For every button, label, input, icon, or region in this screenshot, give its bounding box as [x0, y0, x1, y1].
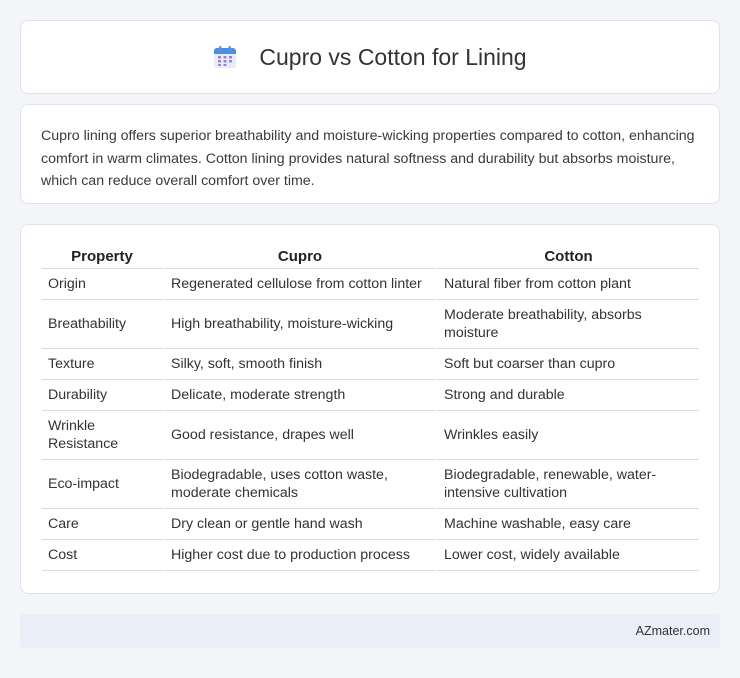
table-row: Texture Silky, soft, smooth finish Soft …	[42, 349, 699, 380]
intro-card: Cupro lining offers superior breathabili…	[20, 104, 720, 204]
property-cell: Texture	[42, 349, 162, 380]
comparison-table: Property Cupro Cotton Origin Regenerated…	[42, 245, 699, 571]
cupro-cell: Higher cost due to production process	[162, 540, 435, 571]
intro-paragraph: Cupro lining offers superior breathabili…	[41, 128, 695, 189]
cotton-cell: Moderate breathability, absorbs moisture	[435, 300, 699, 349]
cupro-cell: Dry clean or gentle hand wash	[162, 509, 435, 540]
cupro-cell: Biodegradable, uses cotton waste, modera…	[162, 460, 435, 509]
title-wrap: Cupro vs Cotton for Lining	[213, 43, 527, 71]
table-row: Breathability High breathability, moistu…	[42, 300, 699, 349]
property-cell: Eco-impact	[42, 460, 162, 509]
header-card: Cupro vs Cotton for Lining	[20, 20, 720, 94]
cotton-cell: Biodegradable, renewable, water-intensiv…	[435, 460, 699, 509]
property-cell: Wrinkle Resistance	[42, 411, 162, 460]
header-cupro: Cupro	[162, 245, 435, 269]
cupro-cell: Silky, soft, smooth finish	[162, 349, 435, 380]
footer-site-link[interactable]: AZmater.com	[636, 624, 710, 638]
cupro-cell: High breathability, moisture-wicking	[162, 300, 435, 349]
table-row: Origin Regenerated cellulose from cotton…	[42, 269, 699, 300]
property-cell: Origin	[42, 269, 162, 300]
cotton-cell: Wrinkles easily	[435, 411, 699, 460]
property-cell: Cost	[42, 540, 162, 571]
cupro-cell: Good resistance, drapes well	[162, 411, 435, 460]
property-cell: Care	[42, 509, 162, 540]
table-row: Eco-impact Biodegradable, uses cotton wa…	[42, 460, 699, 509]
cupro-cell: Delicate, moderate strength	[162, 380, 435, 411]
cotton-cell: Natural fiber from cotton plant	[435, 269, 699, 300]
table-header-row: Property Cupro Cotton	[42, 245, 699, 269]
property-cell: Durability	[42, 380, 162, 411]
table-row: Durability Delicate, moderate strength S…	[42, 380, 699, 411]
header-cotton: Cotton	[435, 245, 699, 269]
cotton-cell: Machine washable, easy care	[435, 509, 699, 540]
calendar-icon	[214, 46, 237, 68]
cotton-cell: Strong and durable	[435, 380, 699, 411]
comparison-card: Property Cupro Cotton Origin Regenerated…	[20, 224, 720, 594]
cotton-cell: Soft but coarser than cupro	[435, 349, 699, 380]
cupro-cell: Regenerated cellulose from cotton linter	[162, 269, 435, 300]
property-cell: Breathability	[42, 300, 162, 349]
table-row: Wrinkle Resistance Good resistance, drap…	[42, 411, 699, 460]
header-property: Property	[42, 245, 162, 269]
cotton-cell: Lower cost, widely available	[435, 540, 699, 571]
table-row: Cost Higher cost due to production proce…	[42, 540, 699, 571]
page-title: Cupro vs Cotton for Lining	[259, 43, 527, 70]
footer: AZmater.com	[20, 614, 720, 648]
table-row: Care Dry clean or gentle hand wash Machi…	[42, 509, 699, 540]
